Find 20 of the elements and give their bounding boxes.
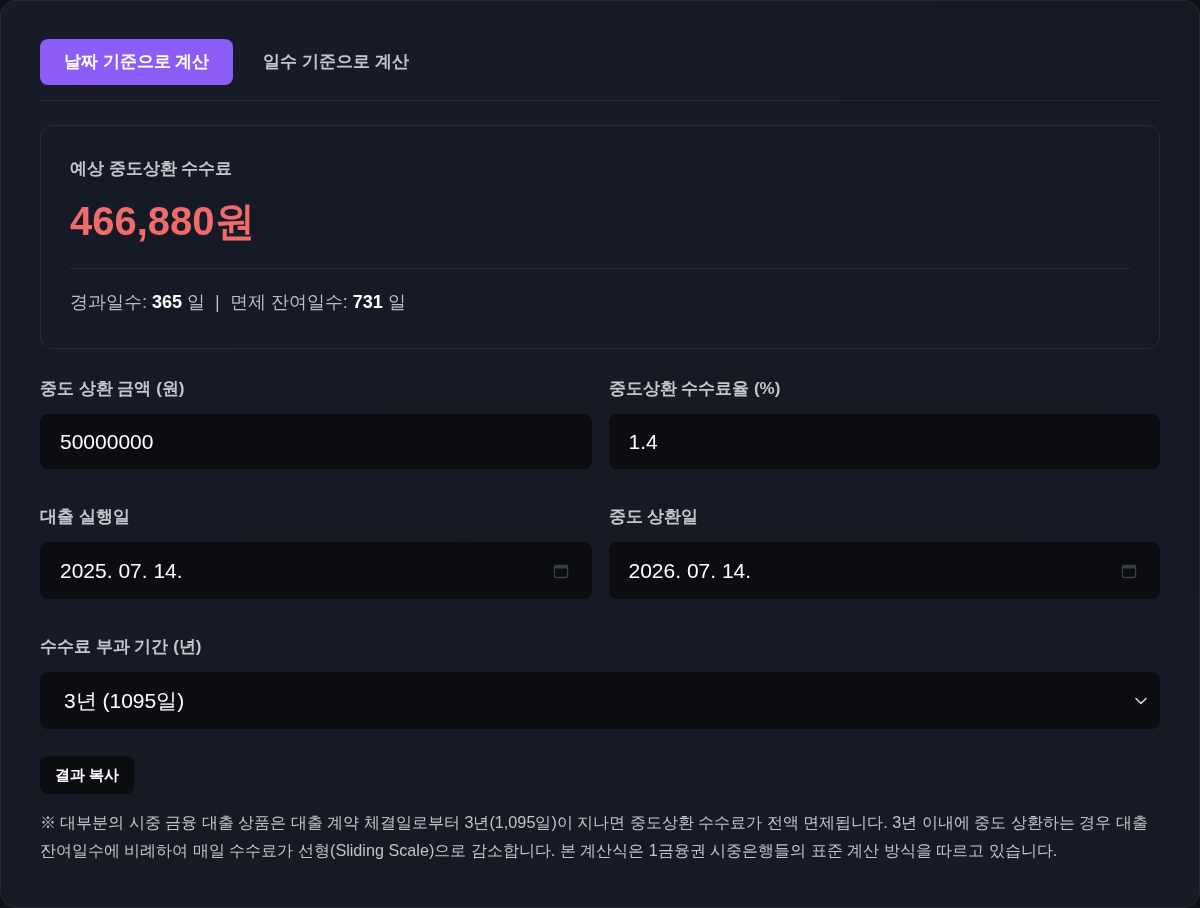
copy-result-button[interactable]: 결과 복사 [40,756,135,794]
chevron-down-icon [1135,696,1147,705]
field-label: 중도상환 수수료율 (%) [608,378,782,400]
field-label: 중도 상환 금액 (원) [40,378,186,400]
tab[interactable]: 일수 기준으로 계산 [239,39,433,85]
calendar-icon[interactable] [1121,562,1137,579]
tab[interactable]: 날짜 기준으로 계산 [40,39,234,85]
fee-amount: 466,880원 [70,199,256,243]
result-label: 예상 중도상환 수수료 [70,159,234,179]
field-label: 대출 실행일 [40,506,131,528]
calendar-icon[interactable] [552,562,569,579]
date-field[interactable]: 2025. 07. 14. [40,542,592,599]
input-field[interactable]: 1.4 [608,414,1160,469]
field-label: 수수료 부과 기간 (년) [40,636,203,658]
date-field[interactable]: 2026. 07. 14. [608,542,1160,599]
field-label: 중도 상환일 [608,506,700,528]
select-field[interactable]: 3년 (1095일) [40,672,1160,729]
fee-note: ※ 대부분의 시중 금융 대출 상품은 대출 계약 체결일로부터 3년(1,095일)이 지나면 중도상환 수수료가 전액 면제됩니다. 3년 이내에 중도 상환하는 경우 대출 잔여일수에 비례하여 매일 수수료가 선형(Sliding Scale)으로 감소합니다. 본 계산식은 1금융권 시중은행들의 표준 계산 방식을 따르고 있습니다. [40,812,1149,861]
days-summary: 경과일수: 365 일 | 면제 잔여일수: 731 일 [70,291,407,314]
input-field[interactable]: 50000000 [40,414,592,469]
